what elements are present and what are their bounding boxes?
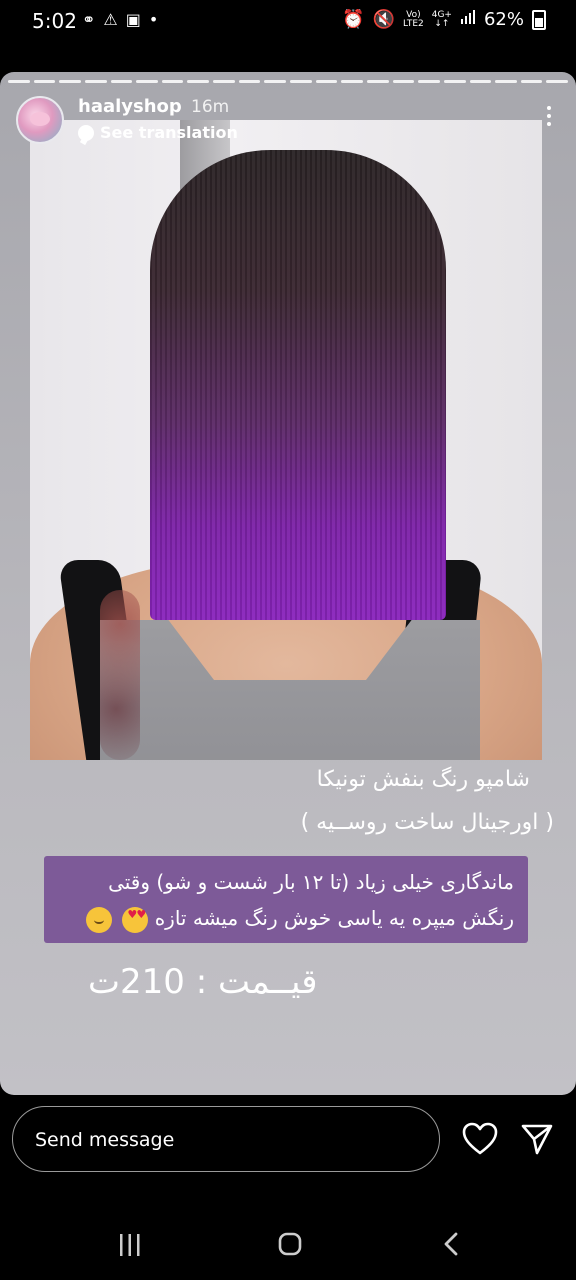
status-right: ⏰ 🔇 Vo) LTE2 4G+ ↓↑ 62%	[342, 9, 546, 30]
description-line-2: رنگش میپره یه یاسی خوش رنگ میشه تازه	[58, 900, 514, 936]
avatar[interactable]	[16, 96, 64, 144]
network-type: 4G+ ↓↑	[431, 9, 452, 29]
home-icon[interactable]	[278, 1232, 302, 1256]
warning-icon: ⚠	[103, 10, 118, 29]
mute-icon: 🔇	[372, 9, 396, 30]
description-line-1: ماندگاری خیلی زیاد (تا ۱۲ بار شست و شو) …	[108, 870, 514, 894]
send-message-placeholder: Send message	[35, 1129, 175, 1151]
heart-eyes-emoji-icon	[122, 906, 149, 933]
post-time: 16m	[191, 97, 230, 117]
recent-apps-icon[interactable]	[118, 1234, 142, 1256]
username[interactable]: haalyshop	[78, 96, 182, 117]
more-icon[interactable]	[546, 106, 552, 126]
signal-icon	[460, 9, 476, 30]
heart-icon[interactable]	[462, 1122, 498, 1156]
caption-subtitle: ( اورجینال ساخت روســیه )	[300, 810, 554, 835]
status-time: 5:02	[32, 9, 77, 33]
battery-percent: 62%	[483, 9, 524, 30]
caption-title: شامپو رنگ بنفش تونیکا	[316, 767, 530, 792]
image-icon: ▣	[125, 10, 141, 29]
send-message-input[interactable]: Send message	[12, 1106, 440, 1172]
description-box: ماندگاری خیلی زیاد (تا ۱۲ بار شست و شو) …	[44, 856, 528, 943]
notification-icons: ⚭ ⚠ ▣ •	[82, 10, 158, 29]
story-photo	[30, 120, 542, 760]
send-icon[interactable]	[520, 1122, 554, 1156]
link-icon: ⚭	[82, 10, 96, 29]
volte-indicator: Vo) LTE2	[403, 9, 424, 29]
see-translation-button[interactable]: See translation	[78, 123, 238, 142]
story-header: haalyshop 16m See translation	[16, 96, 560, 156]
see-translation-label: See translation	[100, 123, 238, 142]
story-viewer[interactable]: haalyshop 16m See translation شامپو رنگ …	[0, 72, 576, 1095]
story-progress-bar	[8, 80, 569, 83]
teary-smile-emoji-icon	[85, 906, 112, 933]
alarm-icon: ⏰	[342, 9, 365, 30]
battery-icon	[532, 9, 546, 30]
dot-icon: •	[148, 10, 159, 29]
back-icon[interactable]	[442, 1232, 460, 1256]
status-bar: 5:02 ⚭ ⚠ ▣ • ⏰ 🔇 Vo) LTE2 4G+ ↓↑ 62%	[0, 0, 576, 42]
price-label: قیــمت : 210ت	[88, 962, 318, 1002]
translate-icon	[78, 124, 94, 141]
